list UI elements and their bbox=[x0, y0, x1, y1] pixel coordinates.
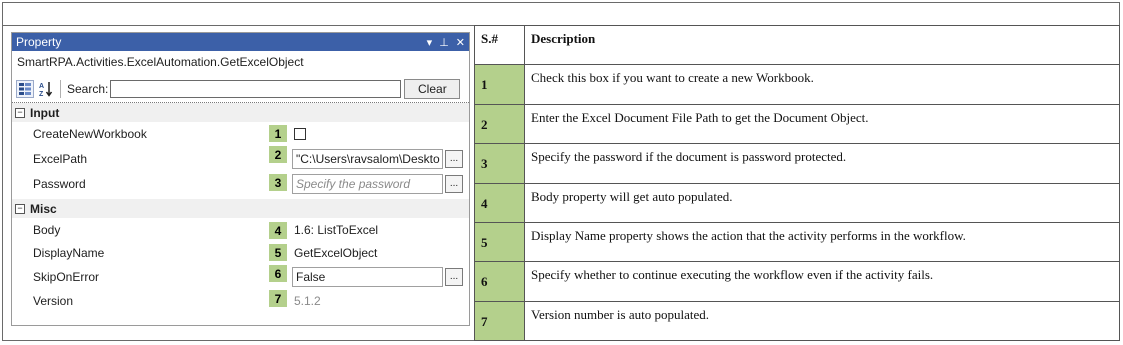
close-icon[interactable]: ✕ bbox=[456, 36, 465, 49]
row-description: Specify whether to continue executing th… bbox=[524, 261, 1120, 302]
row-description: Version number is auto populated. bbox=[524, 300, 1120, 342]
panel-title-bar: Property ▾ ⊥ ✕ bbox=[12, 33, 469, 51]
property-name: SkipOnError bbox=[33, 270, 100, 284]
description-table: S.# Description 1 Check this box if you … bbox=[474, 24, 1120, 342]
pin-icon[interactable]: ⊥ bbox=[439, 36, 449, 49]
activity-type-name: SmartRPA.Activities.ExcelAutomation.GetE… bbox=[17, 55, 304, 69]
row-number: 6 bbox=[474, 261, 525, 302]
row-description: Display Name property shows the action t… bbox=[524, 221, 1120, 263]
property-name: Body bbox=[33, 223, 61, 237]
number-badge: 7 bbox=[269, 290, 287, 307]
browse-button[interactable]: ... bbox=[445, 149, 463, 168]
search-label: Search: bbox=[67, 82, 109, 96]
excel-path-field[interactable]: "C:\Users\ravsalom\Deskto bbox=[292, 148, 443, 169]
property-name: DisplayName bbox=[33, 246, 105, 260]
skip-on-error-field[interactable]: False bbox=[292, 267, 443, 287]
category-label: Misc bbox=[30, 201, 57, 216]
row-number: 3 bbox=[474, 143, 525, 184]
body-value: 1.6: ListToExcel bbox=[294, 223, 379, 237]
top-divider bbox=[2, 25, 474, 26]
display-name-value[interactable]: GetExcelObject bbox=[294, 246, 377, 260]
table-row: 6 Specify whether to continue executing … bbox=[474, 261, 1120, 302]
property-panel: Property ▾ ⊥ ✕ SmartRPA.Activities.Excel… bbox=[11, 32, 470, 326]
version-value: 5.1.2 bbox=[294, 294, 321, 308]
property-row-body: Body 4 1.6: ListToExcel bbox=[12, 218, 469, 242]
number-badge: 3 bbox=[269, 174, 287, 191]
column-header-description: Description bbox=[524, 24, 1120, 66]
collapse-icon[interactable]: − bbox=[15, 107, 25, 118]
clear-button[interactable]: Clear bbox=[404, 79, 461, 99]
property-name: ExcelPath bbox=[33, 151, 88, 166]
row-description: Body property will get auto populated. bbox=[524, 182, 1120, 223]
svg-text:A: A bbox=[39, 83, 44, 90]
number-badge: 2 bbox=[269, 146, 287, 163]
dropdown-icon[interactable]: ▾ bbox=[427, 36, 433, 49]
row-description: Enter the Excel Document File Path to ge… bbox=[524, 103, 1120, 145]
table-row: 3 Specify the password if the document i… bbox=[474, 143, 1120, 184]
property-name: Version bbox=[33, 294, 74, 308]
category-misc[interactable]: − Misc bbox=[12, 199, 469, 218]
create-new-workbook-checkbox[interactable] bbox=[294, 128, 306, 140]
property-row-skip-on-error: SkipOnError 6 False ... bbox=[12, 264, 469, 290]
table-row: 7 Version number is auto populated. bbox=[474, 300, 1120, 342]
categorized-icon[interactable] bbox=[16, 80, 34, 98]
table-row: 2 Enter the Excel Document File Path to … bbox=[474, 103, 1120, 145]
property-toolbar: AZ Search: Clear bbox=[12, 75, 469, 102]
skip-on-error-ellipsis-button[interactable]: ... bbox=[445, 268, 463, 286]
row-number: 4 bbox=[474, 182, 525, 223]
number-badge: 5 bbox=[269, 244, 287, 261]
table-row: 5 Display Name property shows the action… bbox=[474, 221, 1120, 263]
row-number: 1 bbox=[474, 64, 525, 105]
number-badge: 4 bbox=[269, 222, 287, 239]
panel-title: Property bbox=[16, 35, 62, 49]
row-number: 5 bbox=[474, 221, 525, 263]
property-name: Password bbox=[33, 176, 86, 191]
property-row-create-new-workbook: CreateNewWorkbook 1 bbox=[12, 122, 469, 146]
table-row: 1 Check this box if you want to create a… bbox=[474, 64, 1120, 105]
row-number: 2 bbox=[474, 103, 525, 145]
table-header-row: S.# Description bbox=[474, 24, 1120, 66]
number-badge: 1 bbox=[269, 125, 287, 142]
category-label: Input bbox=[30, 105, 60, 120]
property-row-display-name: DisplayName 5 GetExcelObject bbox=[12, 242, 469, 264]
property-row-version: Version 7 5.1.2 bbox=[12, 290, 469, 312]
property-name: CreateNewWorkbook bbox=[33, 127, 147, 141]
number-badge: 6 bbox=[269, 265, 287, 282]
row-number: 7 bbox=[474, 300, 525, 342]
category-input[interactable]: − Input bbox=[12, 103, 469, 122]
svg-text:Z: Z bbox=[39, 91, 44, 97]
row-description: Check this box if you want to create a n… bbox=[524, 64, 1120, 105]
collapse-icon[interactable]: − bbox=[15, 203, 25, 214]
row-description: Specify the password if the document is … bbox=[524, 143, 1120, 184]
password-ellipsis-button[interactable]: ... bbox=[445, 174, 463, 193]
search-input[interactable] bbox=[110, 80, 402, 98]
table-row: 4 Body property will get auto populated. bbox=[474, 182, 1120, 223]
password-field[interactable]: Specify the password bbox=[292, 173, 443, 194]
property-row-password: Password 3 Specify the password ... bbox=[12, 171, 469, 196]
sort-az-icon[interactable]: AZ bbox=[37, 80, 55, 98]
toolbar-separator bbox=[60, 80, 61, 98]
property-row-excel-path: ExcelPath 2 "C:\Users\ravsalom\Deskto ..… bbox=[12, 146, 469, 171]
column-header-number: S.# bbox=[474, 24, 525, 66]
